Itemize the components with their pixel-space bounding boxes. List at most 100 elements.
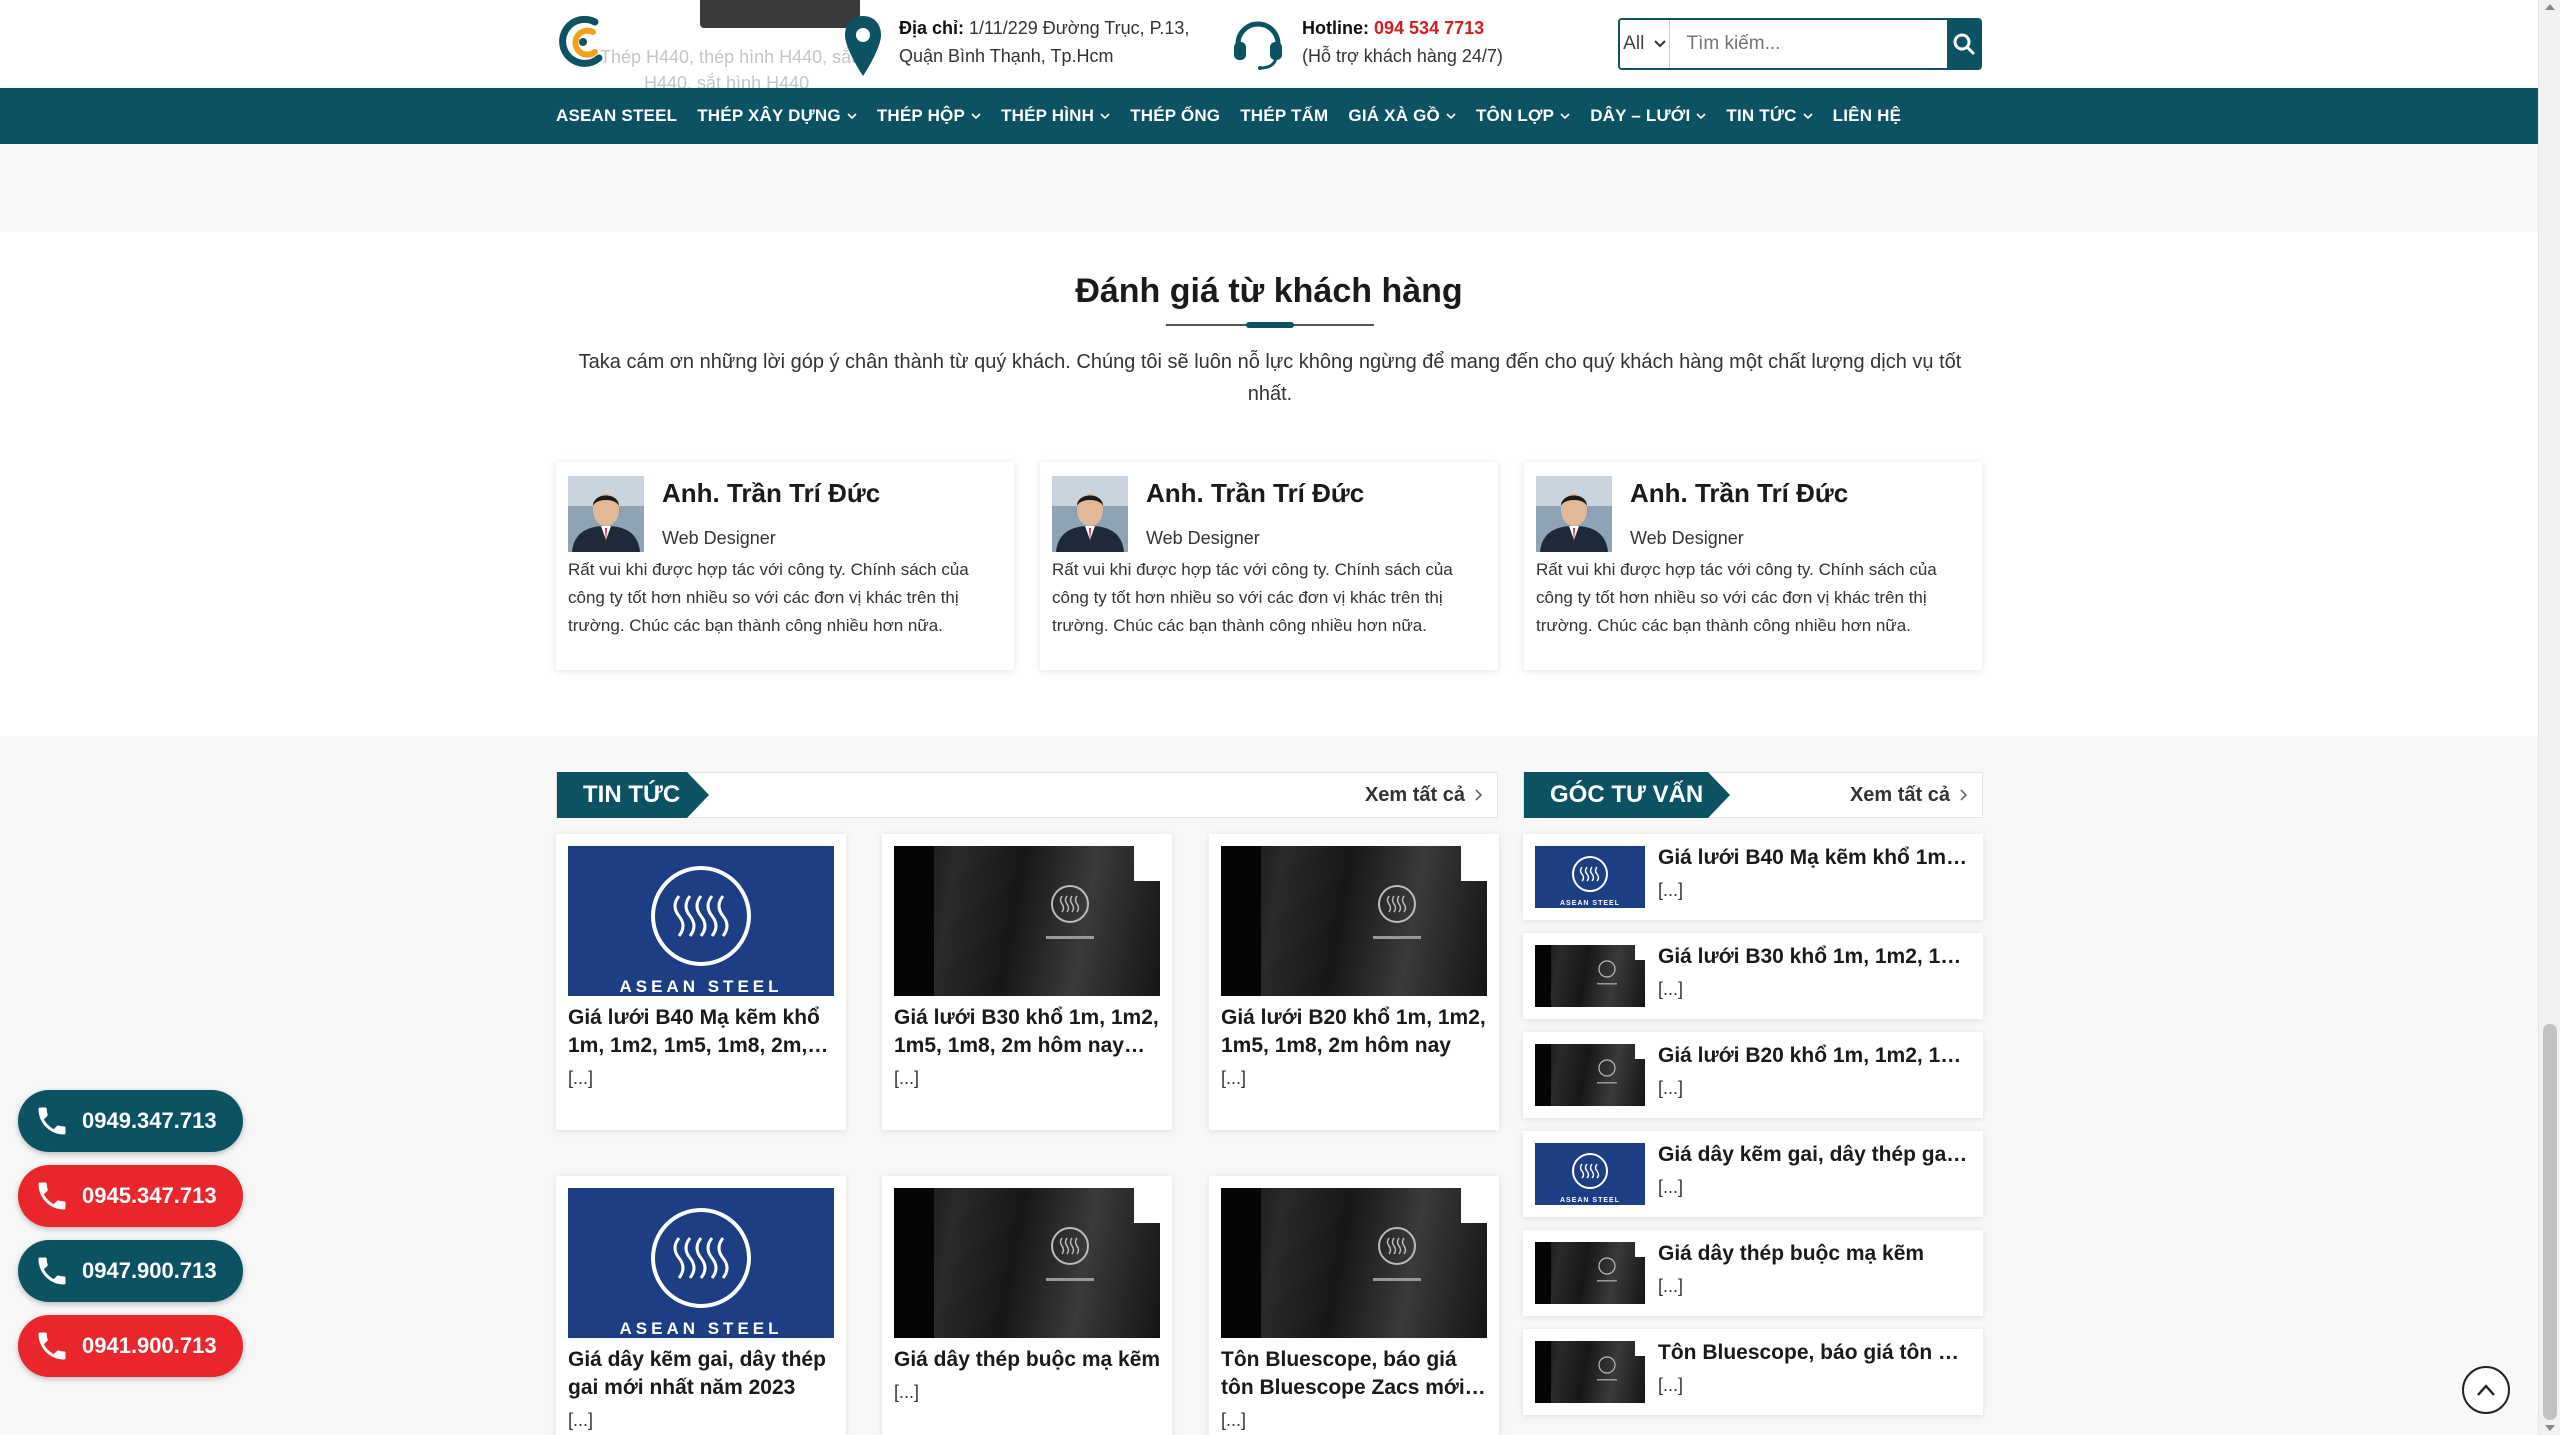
nav-label: TÔN LỢP xyxy=(1475,106,1555,125)
news-title: Giá dây thép buộc mạ kẽm xyxy=(894,1348,1161,1371)
chevron-up-icon xyxy=(2477,1384,2495,1396)
scroll-down-arrow-icon[interactable] xyxy=(2545,1425,2555,1431)
nav-item-asean-steel[interactable]: ASEAN STEEL xyxy=(556,106,677,126)
news-thumbnail xyxy=(1221,1188,1487,1338)
review-card: Anh. Trần Trí Đức Web Designer Rất vui k… xyxy=(1040,462,1498,670)
nav-label: ASEAN STEEL xyxy=(556,106,678,125)
nav-item-thep-xay-dung[interactable]: THÉP XÂY DỰNG xyxy=(697,106,857,126)
avatar xyxy=(1536,476,1612,552)
advice-excerpt: [...] xyxy=(1658,1177,1684,1197)
asean-steel-logo[interactable] xyxy=(555,14,611,70)
news-section: TIN TỨC Xem tất cả GÓC TƯ VẤN Xem tất cả… xyxy=(0,736,2538,1435)
news-excerpt: [...] xyxy=(1221,1068,1247,1088)
news-card[interactable]: Giá lưới B20 khổ 1m, 1m2, 1m5, 1m8, 2m h… xyxy=(1209,834,1499,1130)
advice-item[interactable]: ASEAN STEEL Giá lưới B40 Mạ kẽm khổ 1m, … xyxy=(1523,834,1983,920)
reviews-description: Taka cám ơn những lời góp ý chân thành t… xyxy=(578,351,1962,405)
person-photo-icon xyxy=(1052,476,1128,552)
reviewer-name: Anh. Trần Trí Đức xyxy=(1630,478,1849,508)
address-text: Địa chỉ: 1/11/229 Đường Trục, P.13, Quận… xyxy=(899,14,1189,70)
address-block: Địa chỉ: 1/11/229 Đường Trục, P.13, Quận… xyxy=(843,14,1189,78)
phone-icon xyxy=(38,1107,66,1135)
advice-view-all-link[interactable]: Xem tất cả xyxy=(1850,773,1968,817)
advice-thumbnail xyxy=(1535,1341,1645,1403)
advice-item[interactable]: ASEAN STEEL Giá dây kẽm gai, dây thép ga… xyxy=(1523,1131,1983,1217)
scrollbar-thumb[interactable] xyxy=(2543,1024,2557,1420)
brand-signboard-icon xyxy=(1221,1188,1487,1338)
nav-item-gia-xa-go[interactable]: GIÁ XÀ GỒ xyxy=(1348,106,1456,126)
person-photo-icon xyxy=(1536,476,1612,552)
brand-text: ASEAN STEEL xyxy=(1560,1197,1620,1204)
review-quote: Rất vui khi được hợp tác với công ty. Ch… xyxy=(1536,560,1937,635)
news-view-all-link[interactable]: Xem tất cả xyxy=(1365,773,1483,817)
nav-label: THÉP HÌNH xyxy=(1001,106,1095,125)
brand-signboard-icon xyxy=(1535,1341,1645,1403)
nav-item-thep-hinh[interactable]: THÉP HÌNH xyxy=(1001,106,1110,126)
news-card[interactable]: Giá dây thép buộc mạ kẽm [...] xyxy=(882,1176,1172,1435)
search-input[interactable] xyxy=(1670,20,1948,68)
hotline-number-link[interactable]: 094 534 7713 xyxy=(1374,18,1484,38)
chevron-down-icon xyxy=(1560,113,1570,120)
back-to-top-button[interactable] xyxy=(2462,1366,2510,1414)
chevron-right-icon xyxy=(1960,789,1968,801)
call-button-4[interactable]: 0941.900.713 xyxy=(18,1315,243,1377)
advice-item[interactable]: Giá dây thép buộc mạ kẽm [...] xyxy=(1523,1230,1983,1316)
avatar xyxy=(1052,476,1128,552)
nav-label: DÂY – LƯỚI xyxy=(1590,106,1691,125)
advice-thumbnail: ASEAN STEEL xyxy=(1535,1143,1645,1205)
nav-item-thep-ong[interactable]: THÉP ỐNG xyxy=(1130,106,1220,126)
address-line2: Quận Bình Thạnh, Tp.Hcm xyxy=(899,46,1114,66)
asean-steel-brand-icon: ASEAN STEEL xyxy=(619,866,782,996)
review-quote: Rất vui khi được hợp tác với công ty. Ch… xyxy=(568,560,969,635)
call-button-3[interactable]: 0947.900.713 xyxy=(18,1240,243,1302)
news-card[interactable]: Tôn Bluescope, báo giá tôn Bluescope Zac… xyxy=(1209,1176,1499,1435)
news-title: Giá lưới B30 khổ 1m, 1m2, 1m5, 1m8, 2m h… xyxy=(894,1006,1159,1057)
reviewer-role: Web Designer xyxy=(1630,528,1744,548)
chevron-down-icon xyxy=(1100,113,1110,120)
brand-signboard-icon xyxy=(1535,1044,1645,1106)
chevron-right-icon xyxy=(1475,789,1483,801)
nav-item-day-luoi[interactable]: DÂY – LƯỚI xyxy=(1590,106,1706,126)
section-spacer xyxy=(0,144,2538,232)
nav-item-tin-tuc[interactable]: TIN TỨC xyxy=(1726,106,1813,126)
nav-item-ton-lop[interactable]: TÔN LỢP xyxy=(1476,106,1570,126)
nav-item-lien-he[interactable]: LIÊN HỆ xyxy=(1833,106,1901,126)
reviews-section: Đánh giá từ khách hàng Taka cám ơn những… xyxy=(0,232,2538,736)
advice-item[interactable]: Giá lưới B30 khổ 1m, 1m2, 1m5 [...] xyxy=(1523,933,1983,1019)
advice-item[interactable]: Giá lưới B20 khổ 1m, 1m2, 1m5 [...] xyxy=(1523,1032,1983,1118)
search-button[interactable] xyxy=(1947,20,1980,68)
advice-title: Giá lưới B20 khổ 1m, 1m2, 1m5 xyxy=(1658,1044,1970,1067)
news-thumbnail: ASEAN STEEL xyxy=(568,1188,834,1338)
page-scrollbar[interactable] xyxy=(2538,0,2560,1435)
news-card[interactable]: Giá lưới B30 khổ 1m, 1m2, 1m5, 1m8, 2m h… xyxy=(882,834,1172,1130)
scroll-up-arrow-icon[interactable] xyxy=(2545,4,2555,10)
phone-number: 0949.347.713 xyxy=(82,1108,217,1133)
main-nav: ASEAN STEEL THÉP XÂY DỰNG THÉP HỘP THÉP … xyxy=(0,88,2538,144)
brand-text: ASEAN STEEL xyxy=(619,977,782,996)
news-excerpt: [...] xyxy=(568,1410,594,1430)
brand-text: ASEAN STEEL xyxy=(1560,900,1620,907)
advice-item[interactable]: Tôn Bluescope, báo giá tôn Bluescope [..… xyxy=(1523,1329,1983,1415)
hotline-note: (Hỗ trợ khách hàng 24/7) xyxy=(1302,46,1503,66)
news-card[interactable]: ASEAN STEEL Giá lưới B40 Mạ kẽm khổ 1m, … xyxy=(556,834,846,1130)
review-quote: Rất vui khi được hợp tác với công ty. Ch… xyxy=(1052,560,1453,635)
news-excerpt: [...] xyxy=(568,1068,594,1088)
advice-header-bar: GÓC TƯ VẤN Xem tất cả xyxy=(1523,772,1983,818)
call-button-2[interactable]: 0945.347.713 xyxy=(18,1165,243,1227)
news-title: Giá lưới B40 Mạ kẽm khổ 1m, 1m2, 1m5, 1m… xyxy=(568,1006,820,1057)
brand-signboard-icon xyxy=(894,846,1160,996)
chevron-down-icon xyxy=(971,113,981,120)
call-button-1[interactable]: 0949.347.713 xyxy=(18,1090,243,1152)
news-card[interactable]: ASEAN STEEL Giá dây kẽm gai, dây thép ga… xyxy=(556,1176,846,1435)
nav-item-thep-tam[interactable]: THÉP TẤM xyxy=(1240,106,1328,126)
nav-item-thep-hop[interactable]: THÉP HỘP xyxy=(877,106,981,126)
phone-icon xyxy=(38,1182,66,1210)
search-scope-select[interactable]: All xyxy=(1620,20,1671,68)
advice-title: Giá dây kẽm gai, dây thép gai mới xyxy=(1658,1143,1970,1166)
person-photo-icon xyxy=(568,476,644,552)
advice-excerpt: [...] xyxy=(1658,1276,1684,1296)
chevron-down-icon xyxy=(1446,113,1456,120)
hotline-text: Hotline: 094 534 7713 (Hỗ trợ khách hàng… xyxy=(1302,14,1503,70)
chevron-down-icon xyxy=(1803,113,1813,120)
brand-text: ASEAN STEEL xyxy=(619,1319,782,1338)
news-excerpt: [...] xyxy=(894,1382,920,1402)
